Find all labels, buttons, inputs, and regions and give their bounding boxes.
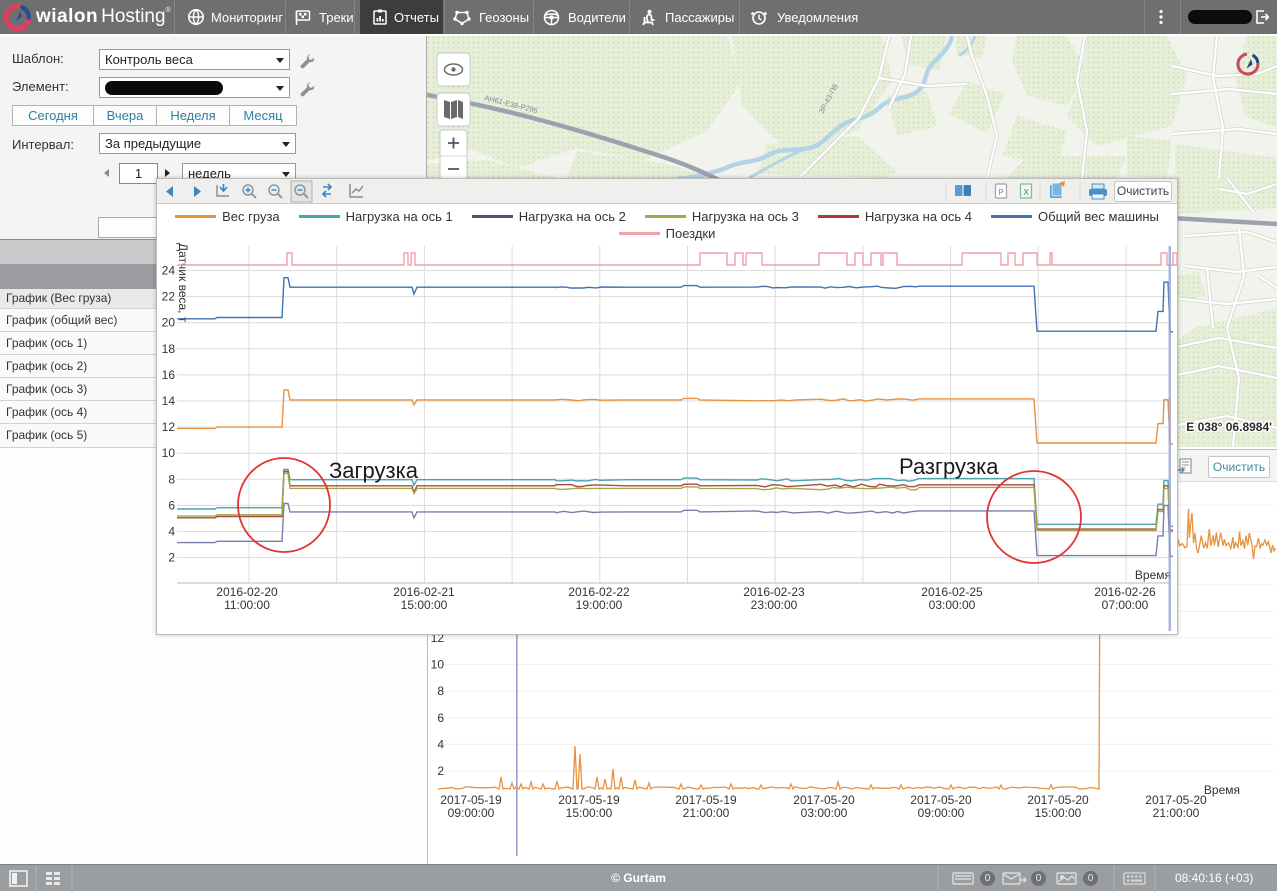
svg-text:2017-05-19: 2017-05-19 bbox=[558, 793, 620, 807]
svg-text:2016-02-26: 2016-02-26 bbox=[1094, 585, 1156, 599]
svg-text:12: 12 bbox=[162, 420, 176, 434]
svg-text:2017-05-20: 2017-05-20 bbox=[910, 793, 972, 807]
svg-text:22: 22 bbox=[162, 290, 176, 304]
svg-text:09:00:00: 09:00:00 bbox=[448, 806, 495, 820]
svg-text:16: 16 bbox=[162, 368, 176, 382]
svg-text:Очистить: Очистить bbox=[1117, 184, 1169, 198]
svg-text:10: 10 bbox=[162, 446, 176, 460]
svg-text:Время: Время bbox=[1204, 783, 1240, 797]
svg-text:4: 4 bbox=[168, 525, 175, 539]
svg-text:14: 14 bbox=[162, 394, 176, 408]
svg-text:P: P bbox=[998, 188, 1003, 197]
svg-text:E 038° 06.8984': E 038° 06.8984' bbox=[1186, 420, 1272, 434]
svg-text:6: 6 bbox=[437, 711, 444, 725]
svg-text:07:00:00: 07:00:00 bbox=[1102, 598, 1149, 612]
svg-text:15:00:00: 15:00:00 bbox=[566, 806, 613, 820]
svg-text:2017-05-20: 2017-05-20 bbox=[1145, 793, 1207, 807]
svg-text:21:00:00: 21:00:00 bbox=[683, 806, 730, 820]
svg-text:19:00:00: 19:00:00 bbox=[576, 598, 623, 612]
svg-text:2017-05-19: 2017-05-19 bbox=[675, 793, 737, 807]
svg-text:8: 8 bbox=[437, 684, 444, 698]
svg-text:15:00:00: 15:00:00 bbox=[1035, 806, 1082, 820]
svg-text:09:00:00: 09:00:00 bbox=[918, 806, 965, 820]
svg-text:2017-05-20: 2017-05-20 bbox=[793, 793, 855, 807]
svg-text:23:00:00: 23:00:00 bbox=[751, 598, 798, 612]
svg-text:2017-05-19: 2017-05-19 bbox=[440, 793, 502, 807]
svg-text:2016-02-21: 2016-02-21 bbox=[393, 585, 455, 599]
svg-text:8: 8 bbox=[168, 472, 175, 486]
svg-text:2016-02-23: 2016-02-23 bbox=[743, 585, 805, 599]
svg-text:Загрузка: Загрузка bbox=[329, 458, 419, 483]
svg-text:4: 4 bbox=[437, 737, 444, 751]
svg-text:10: 10 bbox=[431, 658, 445, 672]
svg-text:2016-02-22: 2016-02-22 bbox=[568, 585, 630, 599]
svg-text:20: 20 bbox=[162, 316, 176, 330]
svg-text:21:00:00: 21:00:00 bbox=[1153, 806, 1200, 820]
svg-text:2016-02-20: 2016-02-20 bbox=[216, 585, 278, 599]
svg-text:15:00:00: 15:00:00 bbox=[401, 598, 448, 612]
svg-text:2: 2 bbox=[437, 764, 444, 778]
svg-text:18: 18 bbox=[162, 342, 176, 356]
svg-text:X: X bbox=[1023, 188, 1029, 197]
svg-text:2017-05-20: 2017-05-20 bbox=[1027, 793, 1089, 807]
svg-text:03:00:00: 03:00:00 bbox=[801, 806, 848, 820]
svg-text:Датчик веса, т: Датчик веса, т bbox=[176, 243, 190, 323]
svg-text:Время: Время bbox=[1135, 568, 1171, 582]
svg-text:03:00:00: 03:00:00 bbox=[929, 598, 976, 612]
svg-text:2: 2 bbox=[168, 551, 175, 565]
svg-text:24: 24 bbox=[162, 264, 176, 278]
svg-text:Разгрузка: Разгрузка bbox=[899, 454, 999, 479]
svg-text:11:00:00: 11:00:00 bbox=[224, 598, 270, 612]
svg-text:6: 6 bbox=[168, 498, 175, 512]
svg-text:2016-02-25: 2016-02-25 bbox=[921, 585, 983, 599]
